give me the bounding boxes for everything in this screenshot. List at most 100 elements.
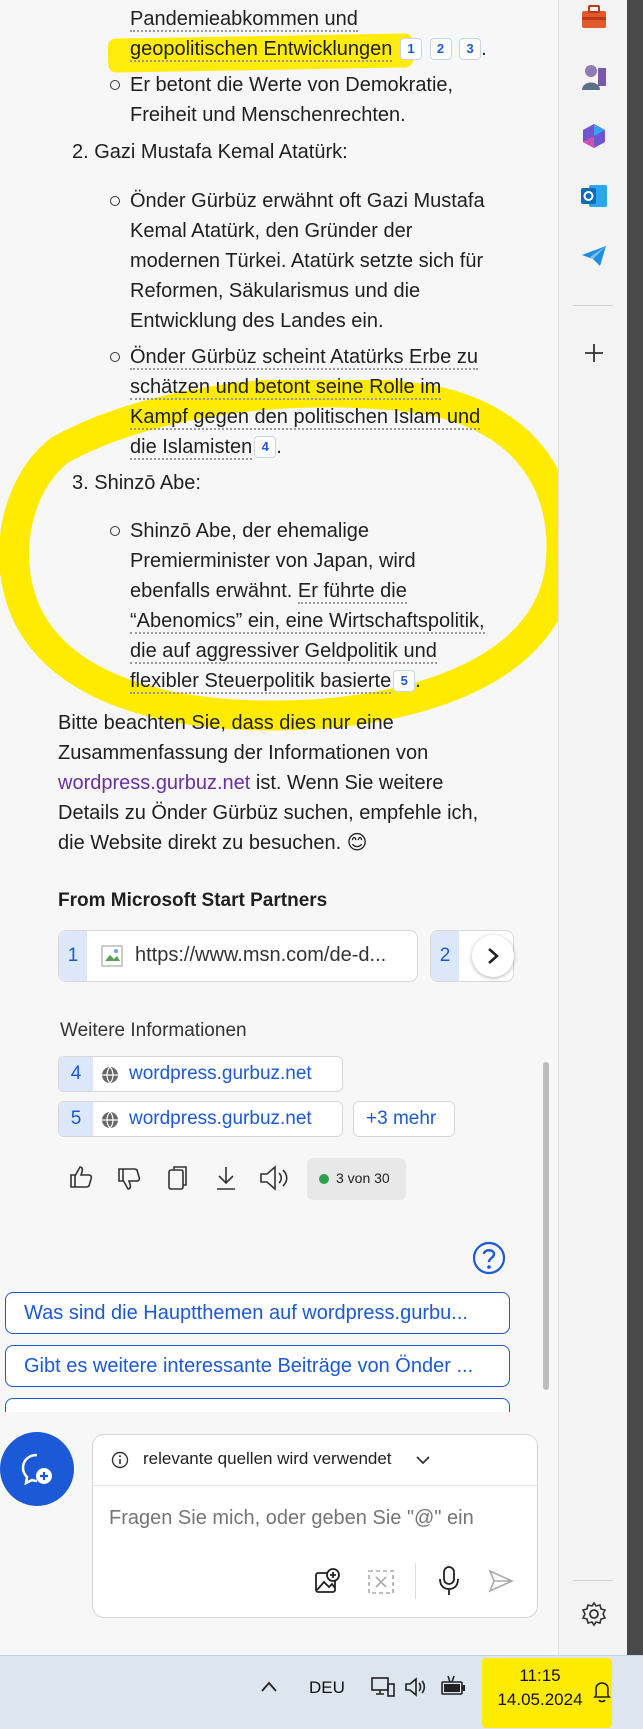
- chat-panel: Pandemieabkommen und geopolitischen Entw…: [0, 0, 558, 1655]
- add-image-icon[interactable]: [313, 1567, 341, 1595]
- telegram-send-icon[interactable]: [580, 244, 608, 268]
- notification-bell-icon[interactable]: [591, 1680, 613, 1704]
- answer-text-line: schätzen und betont seine Rolle im: [130, 376, 442, 400]
- answer-text-line: flexibler Steuerpolitik basierte 5.: [130, 670, 421, 694]
- suggestion-chip[interactable]: Was sind die Hauptthemen auf wordpress.g…: [5, 1292, 510, 1334]
- partner-card[interactable]: 1 https://www.msn.com/de-d...: [58, 930, 418, 982]
- more-info-heading: Weitere Informationen: [60, 1020, 247, 1041]
- toolbox-icon[interactable]: [580, 4, 608, 30]
- chat-input[interactable]: [107, 1499, 511, 1537]
- volume-icon[interactable]: [404, 1676, 428, 1698]
- settings-gear-icon[interactable]: [581, 1601, 607, 1627]
- answer-text-line: Kampf gegen den politischen Islam und: [130, 406, 481, 430]
- citation-badge[interactable]: 4: [254, 436, 277, 458]
- answer-text-line: Premierminister von Japan, wird: [130, 550, 416, 572]
- bullet-icon: [110, 196, 120, 206]
- answer-text-line: modernen Türkei. Atatürk setzte sich für: [130, 250, 484, 272]
- answer-text-line: Önder Gürbüz erwähnt oft Gazi Mustafa: [130, 190, 485, 212]
- info-icon: [111, 1451, 129, 1469]
- bullet-icon: [110, 526, 120, 536]
- composer-box: relevante quellen wird verwendet: [92, 1434, 538, 1618]
- source-link[interactable]: wordpress.gurbuz.net: [58, 772, 250, 794]
- chevron-right-icon: [488, 948, 499, 964]
- copilot-365-icon[interactable]: [580, 122, 608, 150]
- new-chat-icon: [21, 1453, 52, 1486]
- bullet-icon: [110, 80, 120, 90]
- answer-text-line: Bitte beachten Sie, dass dies nur eine: [58, 712, 394, 734]
- speaker-icon[interactable]: [258, 1164, 292, 1192]
- globe-icon: [102, 1111, 118, 1129]
- answer-text-line: ebenfalls erwähnt. Er führte die: [130, 580, 407, 604]
- window-edge: [627, 0, 643, 1655]
- chevron-down-icon: [416, 1456, 430, 1465]
- thumbs-up-icon[interactable]: [68, 1164, 94, 1190]
- citation-badge[interactable]: 2: [429, 38, 452, 60]
- citation-badge[interactable]: 3: [459, 38, 482, 60]
- turn-counter-label: 3 von 30: [336, 1170, 390, 1186]
- battery-charging-icon[interactable]: [440, 1674, 468, 1698]
- clock[interactable]: 11:15 14.05.2024: [490, 1664, 590, 1712]
- network-icon[interactable]: [370, 1674, 396, 1700]
- divider: [415, 1563, 416, 1599]
- screenshot-icon[interactable]: [367, 1569, 395, 1595]
- answer-text-line: “Abenomics” ein, eine Wirtschaftspolitik…: [130, 610, 485, 634]
- games-icon[interactable]: [580, 62, 608, 92]
- partner-card-url: https://www.msn.com/de-d...: [135, 944, 387, 966]
- more-sources-button[interactable]: +3 mehr: [353, 1101, 455, 1137]
- answer-text-line: geopolitischen Entwicklungen 1 2 3.: [130, 38, 487, 62]
- answer-text-line: Pandemieabkommen und: [130, 8, 358, 32]
- answer-text-line: Shinzō Abe, der ehemalige: [130, 520, 370, 542]
- answer-text-line: die Islamisten 4.: [130, 436, 282, 460]
- answer-text-line: die Website direkt zu besuchen. 😊: [58, 832, 368, 854]
- help-icon[interactable]: [472, 1241, 506, 1275]
- suggestion-chip[interactable]: Gibt es weitere interessante Beiträge vo…: [5, 1345, 510, 1387]
- source-pill-number: 4: [59, 1057, 93, 1091]
- answer-text-line: Önder Gürbüz scheint Atatürks Erbe zu: [130, 346, 478, 370]
- plus-icon[interactable]: [583, 342, 605, 364]
- list-heading: 3. Shinzō Abe:: [72, 472, 201, 494]
- source-mode-label: relevante quellen wird verwendet: [143, 1449, 392, 1468]
- turn-counter: 3 von 30: [307, 1158, 406, 1200]
- source-pill[interactable]: 5 wordpress.gurbuz.net: [58, 1101, 343, 1137]
- citation-badge[interactable]: 1: [399, 38, 422, 60]
- citation-badge[interactable]: 5: [393, 670, 416, 692]
- list-heading: 2. Gazi Mustafa Kemal Atatürk:: [72, 141, 348, 163]
- broken-image-icon: [101, 945, 123, 967]
- scrollbar-thumb[interactable]: [543, 1062, 549, 1390]
- answer-text-line: Reformen, Säkularismus und die: [130, 280, 421, 302]
- taskbar: DEU 11:15 14.05.2024: [0, 1655, 643, 1729]
- partners-heading: From Microsoft Start Partners: [58, 890, 328, 911]
- globe-icon: [102, 1066, 118, 1084]
- source-mode-selector[interactable]: relevante quellen wird verwendet: [93, 1435, 537, 1486]
- clock-time: 11:15: [519, 1666, 561, 1685]
- source-pill-number: 5: [59, 1102, 93, 1136]
- source-pill-label: wordpress.gurbuz.net: [129, 1108, 312, 1129]
- answer-text-line: Freiheit und Menschenrechten.: [130, 104, 406, 126]
- answer-text-line: Entwicklung des Landes ein.: [130, 310, 384, 332]
- partner-card-number: 1: [59, 931, 87, 981]
- source-pill-label: wordpress.gurbuz.net: [129, 1063, 312, 1084]
- copy-icon[interactable]: [166, 1164, 190, 1192]
- microphone-icon[interactable]: [437, 1565, 461, 1597]
- suggestion-chip-partial[interactable]: [5, 1398, 510, 1412]
- clock-date: 14.05.2024: [497, 1690, 583, 1709]
- carousel-next-button[interactable]: [472, 935, 514, 977]
- thumbs-down-icon[interactable]: [116, 1166, 142, 1192]
- answer-text-line: wordpress.gurbuz.net ist. Wenn Sie weite…: [58, 772, 444, 794]
- download-icon[interactable]: [214, 1164, 238, 1192]
- answer-text-line: Kemal Atatürk, den Gründer der: [130, 220, 413, 242]
- partner-card-number: 2: [431, 931, 459, 981]
- bullet-icon: [110, 352, 120, 362]
- answer-text-line: Details zu Önder Gürbüz suchen, empfehle…: [58, 802, 479, 824]
- divider: [573, 305, 613, 306]
- divider: [573, 1580, 613, 1581]
- send-icon[interactable]: [487, 1568, 515, 1594]
- status-dot-icon: [319, 1174, 329, 1184]
- new-topic-button[interactable]: [0, 1432, 74, 1506]
- source-pill[interactable]: 4 wordpress.gurbuz.net: [58, 1056, 343, 1092]
- answer-text-line: Er betont die Werte von Demokratie,: [130, 74, 454, 96]
- input-language[interactable]: DEU: [309, 1678, 345, 1698]
- answer-text-line: Zusammenfassung der Informationen von: [58, 742, 429, 764]
- chevron-up-icon[interactable]: [260, 1680, 278, 1694]
- outlook-icon[interactable]: [579, 182, 609, 210]
